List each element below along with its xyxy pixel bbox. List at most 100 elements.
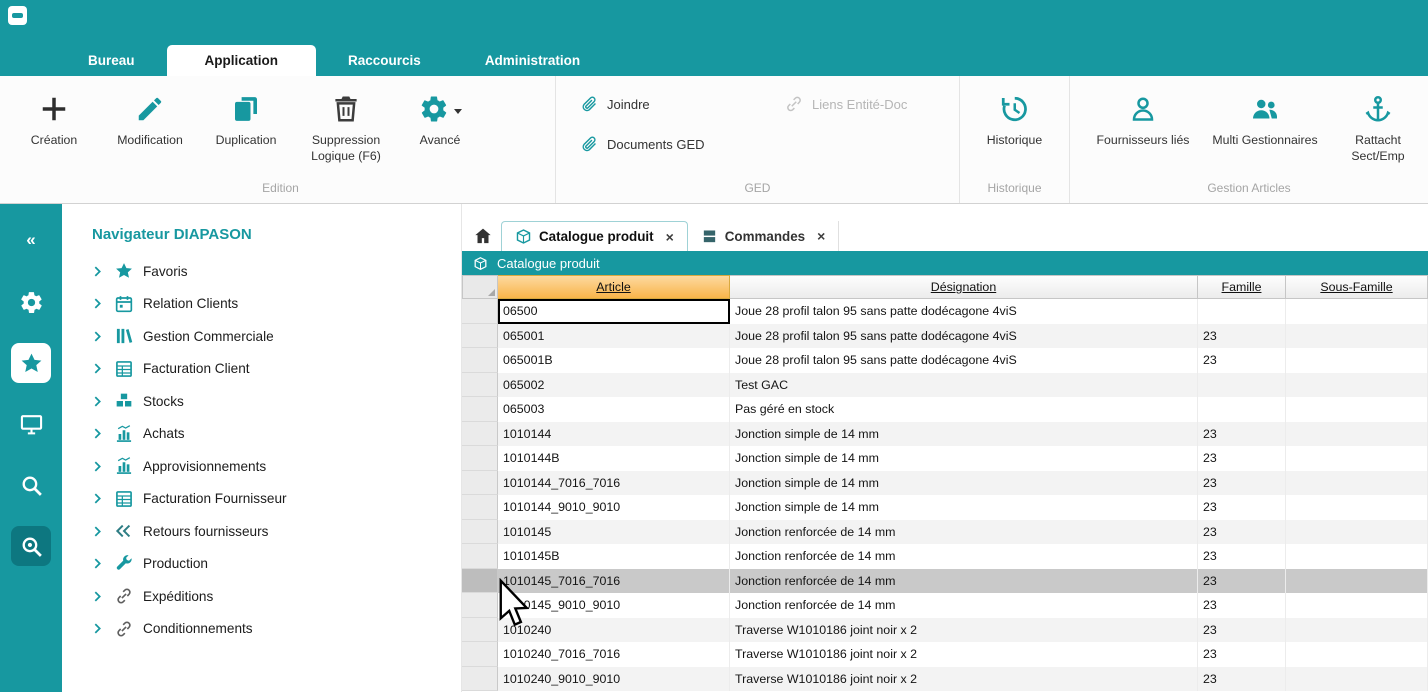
table-row[interactable]: 065001BJoue 28 profil talon 95 sans patt… (462, 348, 1428, 373)
row-selector[interactable] (462, 299, 498, 324)
ribbon-tab-raccourcis[interactable]: Raccourcis (316, 45, 453, 76)
row-selector[interactable] (462, 618, 498, 643)
fournisseurs-lies-button[interactable]: Fournisseurs liés (1084, 86, 1202, 149)
table-row[interactable]: 1010144BJonction simple de 14 mm23 (462, 446, 1428, 471)
cell-article[interactable]: 1010240_9010_9010 (498, 667, 730, 692)
cell-sous-famille[interactable] (1286, 471, 1428, 496)
cell-sous-famille[interactable] (1286, 520, 1428, 545)
cell-famille[interactable] (1198, 373, 1286, 398)
cell-famille[interactable]: 23 (1198, 495, 1286, 520)
cell-article[interactable]: 065003 (498, 397, 730, 422)
cell-famille[interactable]: 23 (1198, 544, 1286, 569)
sidebar-item-gestion-commerciale[interactable]: Gestion Commerciale (62, 320, 461, 353)
sidebar-item-favoris[interactable]: Favoris (62, 255, 461, 288)
table-row[interactable]: 06500Joue 28 profil talon 95 sans patte … (462, 299, 1428, 324)
cell-article[interactable]: 1010145_7016_7016 (498, 569, 730, 594)
chevron-right-icon[interactable] (92, 591, 107, 602)
cell-sous-famille[interactable] (1286, 397, 1428, 422)
favorites-rail-button[interactable] (11, 343, 51, 383)
desktop-rail-button[interactable] (11, 404, 51, 444)
cell-famille[interactable] (1198, 299, 1286, 324)
cell-sous-famille[interactable] (1286, 642, 1428, 667)
cell-famille[interactable]: 23 (1198, 642, 1286, 667)
cell-designation[interactable]: Joue 28 profil talon 95 sans patte dodéc… (730, 299, 1198, 324)
cell-sous-famille[interactable] (1286, 422, 1428, 447)
cell-famille[interactable]: 23 (1198, 422, 1286, 447)
ribbon-tab-bureau[interactable]: Bureau (56, 45, 167, 76)
cell-sous-famille[interactable] (1286, 667, 1428, 692)
row-selector[interactable] (462, 446, 498, 471)
close-icon[interactable]: × (817, 228, 825, 244)
sidebar-item-conditionnements[interactable]: Conditionnements (62, 613, 461, 646)
cell-article[interactable]: 1010145B (498, 544, 730, 569)
row-selector[interactable] (462, 348, 498, 373)
cell-sous-famille[interactable] (1286, 348, 1428, 373)
cell-famille[interactable]: 23 (1198, 446, 1286, 471)
row-selector[interactable] (462, 471, 498, 496)
cell-designation[interactable]: Jonction renforcée de 14 mm (730, 593, 1198, 618)
cell-article[interactable]: 065001 (498, 324, 730, 349)
row-selector[interactable] (462, 667, 498, 692)
table-row[interactable]: 1010144_9010_9010Jonction simple de 14 m… (462, 495, 1428, 520)
cell-famille[interactable]: 23 (1198, 667, 1286, 692)
creation-button[interactable]: Création (6, 86, 102, 149)
table-row[interactable]: 1010144_7016_7016Jonction simple de 14 m… (462, 471, 1428, 496)
sidebar-item-facturation-client[interactable]: Facturation Client (62, 353, 461, 386)
chevron-right-icon[interactable] (92, 623, 107, 634)
table-row[interactable]: 1010144Jonction simple de 14 mm23 (462, 422, 1428, 447)
sidebar-item-expeditions[interactable]: Expéditions (62, 580, 461, 613)
row-selector[interactable] (462, 373, 498, 398)
cell-famille[interactable]: 23 (1198, 618, 1286, 643)
row-selector[interactable] (462, 495, 498, 520)
table-row[interactable]: 065003Pas géré en stock (462, 397, 1428, 422)
modification-button[interactable]: Modification (102, 86, 198, 149)
table-row[interactable]: 1010145_7016_7016Jonction renforcée de 1… (462, 569, 1428, 594)
chevron-right-icon[interactable] (92, 461, 107, 472)
tab-catalogue-produit[interactable]: Catalogue produit× (501, 221, 688, 251)
chevron-right-icon[interactable] (92, 298, 107, 309)
table-row[interactable]: 065001Joue 28 profil talon 95 sans patte… (462, 324, 1428, 349)
chevron-right-icon[interactable] (92, 396, 107, 407)
cell-famille[interactable]: 23 (1198, 471, 1286, 496)
chevron-right-icon[interactable] (92, 428, 107, 439)
cell-designation[interactable]: Joue 28 profil talon 95 sans patte dodéc… (730, 324, 1198, 349)
column-header-sous-famille[interactable]: Sous-Famille (1286, 275, 1428, 299)
row-selector[interactable] (462, 642, 498, 667)
sidebar-item-retours-fournisseurs[interactable]: Retours fournisseurs (62, 515, 461, 548)
table-row[interactable]: 1010145BJonction renforcée de 14 mm23 (462, 544, 1428, 569)
cell-sous-famille[interactable] (1286, 593, 1428, 618)
cell-designation[interactable]: Traverse W1010186 joint noir x 2 (730, 642, 1198, 667)
chevron-right-icon[interactable] (92, 363, 107, 374)
sidebar-item-production[interactable]: Production (62, 548, 461, 581)
ribbon-tab-administration[interactable]: Administration (453, 45, 612, 76)
sidebar-item-approvisionnements[interactable]: Approvisionnements (62, 450, 461, 483)
cell-designation[interactable]: Jonction simple de 14 mm (730, 446, 1198, 471)
tab-commandes[interactable]: Commandes× (688, 221, 840, 251)
cell-designation[interactable]: Jonction simple de 14 mm (730, 495, 1198, 520)
sidebar-item-relation-clients[interactable]: Relation Clients (62, 288, 461, 321)
chevron-right-icon[interactable] (92, 493, 107, 504)
row-selector[interactable] (462, 544, 498, 569)
sidebar-item-stocks[interactable]: Stocks (62, 385, 461, 418)
cell-famille[interactable]: 23 (1198, 348, 1286, 373)
table-row[interactable]: 1010240Traverse W1010186 joint noir x 22… (462, 618, 1428, 643)
avance-button[interactable]: Avancé (398, 86, 482, 149)
cell-designation[interactable]: Jonction renforcée de 14 mm (730, 544, 1198, 569)
suppression-logique-button[interactable]: Suppression Logique (F6) (294, 86, 398, 165)
cell-article[interactable]: 1010144 (498, 422, 730, 447)
sidebar-item-facturation-fournisseur[interactable]: Facturation Fournisseur (62, 483, 461, 516)
cell-famille[interactable]: 23 (1198, 593, 1286, 618)
documents-ged-button[interactable]: Documents GED (580, 135, 785, 153)
cell-famille[interactable]: 23 (1198, 520, 1286, 545)
cell-article[interactable]: 1010145 (498, 520, 730, 545)
cell-sous-famille[interactable] (1286, 299, 1428, 324)
table-row[interactable]: 1010240_9010_9010Traverse W1010186 joint… (462, 667, 1428, 692)
cell-designation[interactable]: Jonction simple de 14 mm (730, 422, 1198, 447)
cell-designation[interactable]: Joue 28 profil talon 95 sans patte dodéc… (730, 348, 1198, 373)
liens-entite-doc-button[interactable]: Liens Entité-Doc (785, 95, 960, 113)
cell-famille[interactable]: 23 (1198, 324, 1286, 349)
app-icon[interactable] (8, 6, 27, 25)
cell-sous-famille[interactable] (1286, 446, 1428, 471)
cell-article[interactable]: 065002 (498, 373, 730, 398)
cell-article[interactable]: 1010144_7016_7016 (498, 471, 730, 496)
